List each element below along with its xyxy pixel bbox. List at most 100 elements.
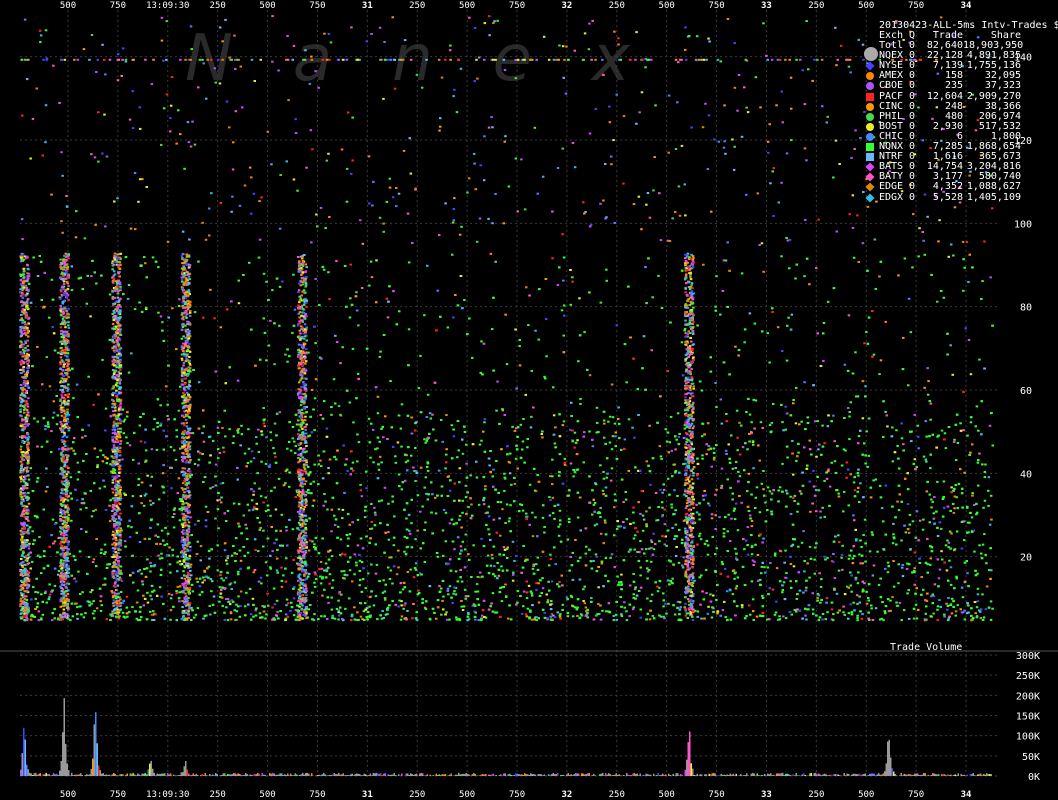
- trade-point: [854, 528, 857, 531]
- trade-point: [273, 618, 276, 621]
- trade-point: [486, 511, 489, 514]
- trade-point: [556, 583, 559, 586]
- trade-point: [561, 603, 565, 606]
- trade-point: [396, 441, 400, 444]
- trade-point: [935, 510, 938, 513]
- trade-point: [703, 433, 706, 436]
- trade-point: [246, 538, 249, 541]
- trade-point: [915, 510, 919, 513]
- trade-point: [673, 538, 676, 540]
- trade-point: [820, 578, 823, 581]
- trade-point: [785, 445, 789, 448]
- trade-point: [583, 431, 586, 434]
- trade-point: [499, 501, 503, 504]
- trade-point: [734, 345, 737, 348]
- trade-point: [372, 461, 375, 464]
- trade-point: [716, 583, 719, 586]
- trade-point: [592, 560, 595, 562]
- trade-point: [867, 583, 871, 586]
- trade-point: [400, 445, 403, 448]
- trade-point: [491, 610, 495, 613]
- trade-point: [356, 611, 359, 614]
- trade-point: [352, 469, 355, 472]
- trade-point: [491, 592, 495, 595]
- trade-point: [852, 256, 856, 259]
- trade-point: [99, 609, 103, 612]
- trade-point: [815, 267, 818, 270]
- trade-point: [262, 501, 265, 504]
- trade-point: [705, 539, 709, 542]
- trade-point: [750, 432, 753, 435]
- trade-point: [779, 580, 782, 583]
- trade-point: [969, 511, 972, 514]
- trade-point: [56, 551, 59, 554]
- trade-point: [485, 564, 489, 567]
- trade-point: [964, 580, 967, 583]
- trade-point: [710, 465, 713, 468]
- trade-point: [955, 577, 958, 580]
- trade-point: [123, 418, 127, 421]
- trade-point: [311, 591, 314, 594]
- trade-point: [386, 606, 390, 609]
- trade-point: [585, 545, 588, 548]
- trade-point: [207, 549, 211, 552]
- trade-point: [139, 606, 142, 609]
- trade-point: [384, 531, 387, 534]
- trade-point: [102, 454, 105, 457]
- trade-point: [481, 609, 485, 612]
- trade-point: [156, 523, 160, 526]
- trade-point: [835, 592, 839, 595]
- trade-point: [314, 342, 317, 345]
- trade-point: [575, 608, 579, 611]
- trade-point: [450, 424, 454, 427]
- trade-point: [376, 477, 380, 480]
- trade-point: [330, 530, 333, 533]
- trade-point: [641, 367, 644, 370]
- volume-tick-label: 200K: [1016, 691, 1040, 702]
- trade-point: [414, 568, 418, 571]
- trade-point: [431, 532, 434, 535]
- trade-point: [453, 482, 456, 485]
- trade-point: [531, 594, 534, 597]
- trade-point: [321, 577, 324, 580]
- trade-point: [419, 510, 422, 513]
- trade-point: [819, 601, 822, 604]
- trade-point: [169, 446, 173, 449]
- trade-point: [769, 562, 772, 564]
- trade-point: [252, 490, 256, 493]
- trade-point: [480, 439, 483, 442]
- trade-point: [45, 356, 49, 359]
- trade-point: [526, 446, 529, 449]
- trade-point: [197, 458, 201, 461]
- trade-point: [82, 459, 85, 462]
- trade-point: [897, 484, 901, 487]
- trade-point: [948, 530, 952, 533]
- trade-point: [85, 302, 89, 305]
- trade-point: [620, 605, 623, 608]
- trade-point: [824, 618, 827, 621]
- trade-point: [247, 603, 250, 606]
- trade-point: [100, 274, 103, 277]
- trade-point: [86, 572, 89, 575]
- trade-point: [779, 550, 783, 553]
- trade-point: [704, 494, 707, 497]
- trade-point: [236, 379, 240, 382]
- trade-point: [482, 476, 486, 479]
- trade-point: [750, 421, 753, 424]
- trade-point: [707, 605, 710, 608]
- trade-point: [275, 599, 279, 602]
- trade-point: [178, 298, 181, 301]
- trade-point: [600, 560, 604, 563]
- trade-point: [196, 607, 200, 610]
- trade-point: [562, 420, 566, 423]
- trade-point: [696, 462, 700, 465]
- trade-point: [989, 494, 993, 497]
- trade-point: [924, 612, 927, 615]
- trade-point: [240, 433, 244, 436]
- trade-point: [314, 277, 317, 280]
- trade-point: [751, 545, 754, 548]
- trade-point: [923, 253, 926, 256]
- trade-point: [264, 496, 267, 499]
- trade-point: [613, 493, 617, 496]
- trade-point: [276, 610, 279, 613]
